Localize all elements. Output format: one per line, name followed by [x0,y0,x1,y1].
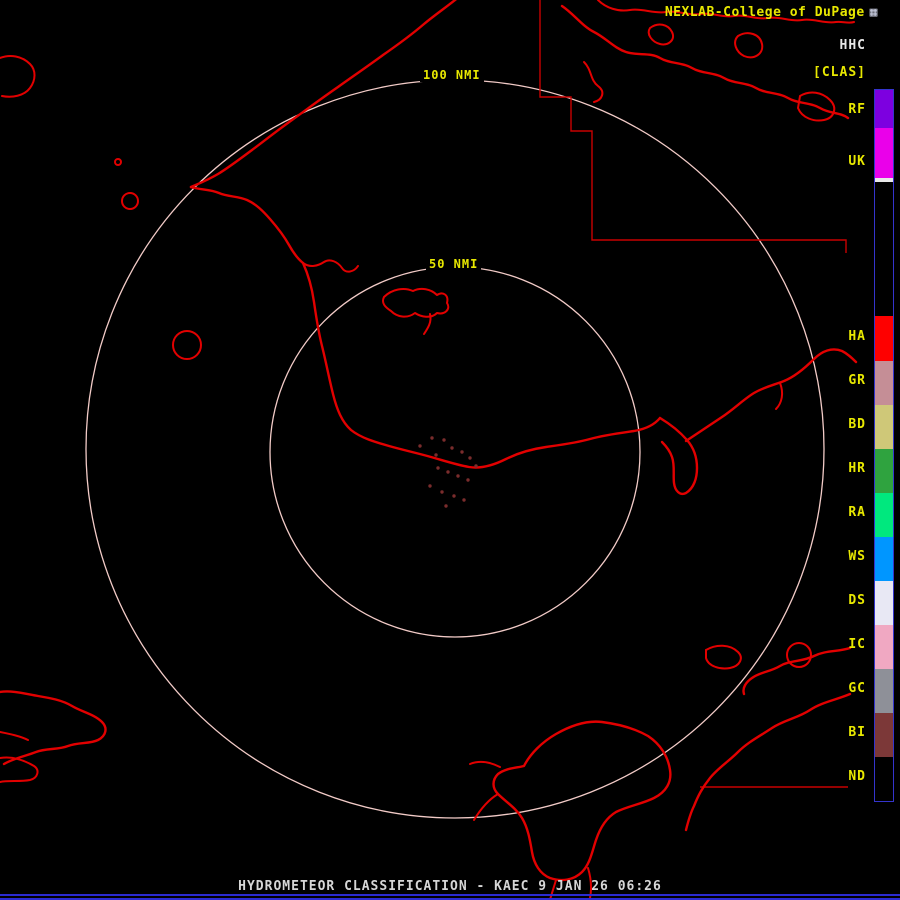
radar-echoes [418,436,477,507]
legend-label-nd: ND [822,769,866,785]
island-topleft [0,56,35,97]
coastline-bottom-landmass [494,722,671,880]
colorbar-segment-gc [875,669,893,713]
legend-label-rf: RF [822,102,866,118]
islet-medium [173,331,201,359]
legend-product-code: HHC [840,38,866,53]
range-label-50nmi: 50 NMI [426,257,481,271]
product-title: HYDROMETEOR CLASSIFICATION - KAEC 9 JAN … [0,879,900,894]
legend-label-hr: HR [822,461,866,477]
brand: NEXLAB-College of DuPage ▦ [665,5,878,21]
legend-label-ws: WS [822,549,866,565]
range-ring-50nmi [270,267,640,637]
coastline-southwest-c [0,757,37,782]
colorbar-segment-ws [875,537,893,581]
coastline-peninsula [660,418,697,494]
coastline-southwest [0,691,105,764]
coastline-spur [776,383,782,409]
coastline-southwest-b [0,732,28,740]
legend-label-gc: GC [822,681,866,697]
islet-tiny [115,159,121,165]
legend-label-ha: HA [822,329,866,345]
colorbar-segment-nd [875,757,893,801]
range-ring-100nmi [86,80,824,818]
coastline-topright-a [562,6,848,118]
coastline-topright-c [584,62,602,102]
legend-colorbar [874,89,894,802]
radar-display: 100 NMI 50 NMI NEXLAB-College of DuPage ▦… [0,0,900,900]
legend-label-gr: GR [822,373,866,389]
colorbar-segment-ds [875,581,893,625]
colorbar-segment-ic [875,625,893,669]
island-southeast [706,646,741,669]
legend-label-bi: BI [822,725,866,741]
colorbar-segment-bi [875,713,893,757]
colorbar-segment-gr [875,361,893,405]
coastline-bay [383,289,448,317]
colorbar-segment-uk [875,128,893,178]
coastline-south-shore [303,263,660,468]
legend-label-bd: BD [822,417,866,433]
coastline-west [191,187,303,263]
colorbar-segment-bd [875,405,893,449]
colorbar-segment-ra [875,493,893,537]
colorbar-segment-rf [875,90,893,128]
legend-label-ic: IC [822,637,866,653]
islet-east [787,643,811,667]
range-label-100nmi: 100 NMI [420,68,484,82]
colorbar-segment-hr [875,449,893,493]
island-topright-a [649,25,673,45]
coastline-bottom-tail-d [470,762,500,767]
radar-map [0,0,900,900]
legend-label-ra: RA [822,505,866,521]
footer-divider-top [0,894,900,896]
legend-label-ds: DS [822,593,866,609]
legend-product-class: [CLAS] [813,65,866,80]
coastline-inlet [303,260,358,271]
brand-text: NEXLAB-College of DuPage [665,5,865,20]
islet-small [122,193,138,209]
zone-boundary [540,0,846,253]
island-topright-b [735,33,762,57]
colorbar-segment-gap [875,182,893,316]
coastline-northwest [191,0,460,187]
legend-label-uk: UK [822,154,866,170]
weather-logo-icon: ▦ [870,5,878,20]
colorbar-segment-ha [875,316,893,361]
